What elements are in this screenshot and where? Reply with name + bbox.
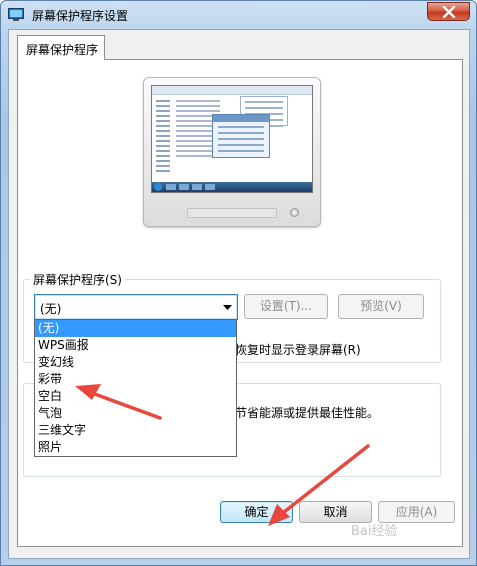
tab-screensaver[interactable]: 屏幕保护程序: [17, 35, 105, 60]
chevron-down-icon: [223, 305, 232, 310]
title-bar[interactable]: 屏幕保护程序设置: [1, 1, 476, 29]
power-led-icon: [290, 208, 299, 217]
screensaver-dropdown-list: (无) WPS画报 变幻线 彩带 空白 气泡 三维文字 照片: [34, 319, 237, 457]
dropdown-item-bubbles[interactable]: 气泡: [35, 405, 236, 422]
close-icon: [442, 6, 456, 18]
preview-button[interactable]: 预览(V): [338, 294, 424, 319]
close-button[interactable]: [427, 2, 470, 21]
monitor-preview: [143, 77, 321, 227]
screensaver-settings-window: 屏幕保护程序设置 屏幕保护程序 屏幕保护程序(S) (无) 设置(T)... 预…: [0, 0, 477, 566]
screensaver-select[interactable]: (无): [34, 294, 238, 320]
start-orb-icon: [154, 183, 162, 191]
dropdown-item-photos[interactable]: 照片: [35, 439, 236, 456]
screensaver-group-label: 屏幕保护程序(S): [30, 271, 125, 288]
ok-button[interactable]: 确定: [220, 501, 293, 523]
tab-label: 屏幕保护程序: [26, 43, 99, 57]
preview-taskbar: [152, 182, 312, 192]
dropdown-item-wps[interactable]: WPS画报: [35, 337, 236, 354]
preview-sidebar: [156, 100, 170, 176]
preview-screen: [151, 85, 313, 193]
dropdown-item-blank[interactable]: 空白: [35, 388, 236, 405]
screensaver-select-value: (无): [40, 302, 62, 316]
dropdown-item-ribbons[interactable]: 彩带: [35, 371, 236, 388]
monitor-base: [187, 208, 277, 218]
watermark-logo: Bai经验: [351, 524, 398, 539]
screensaver-monitor-icon: [8, 8, 24, 21]
window-title: 屏幕保护程序设置: [32, 9, 129, 23]
settings-button[interactable]: 设置(T)...: [244, 294, 328, 319]
dropdown-item-3d-text[interactable]: 三维文字: [35, 422, 236, 439]
dropdown-item-mystify[interactable]: 变幻线: [35, 354, 236, 371]
preview-toolbar: [152, 86, 312, 95]
resume-logon-checkbox-label[interactable]: 恢复时显示登录屏幕(R): [235, 341, 361, 358]
preview-dialog: [212, 114, 270, 158]
dropdown-item-none[interactable]: (无): [35, 320, 236, 337]
power-description: 节省能源或提供最佳性能。: [235, 406, 380, 420]
